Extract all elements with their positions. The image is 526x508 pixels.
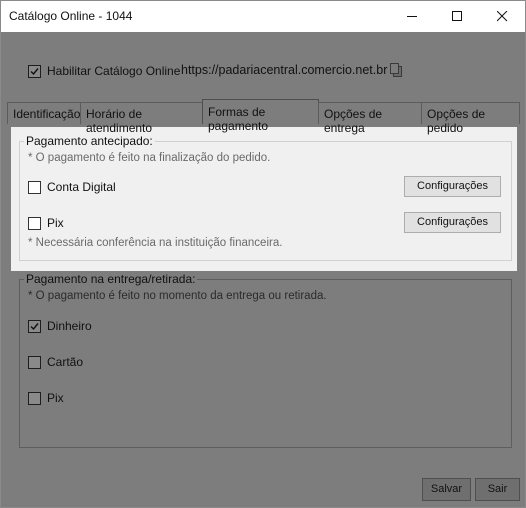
checkmark-icon (30, 323, 39, 331)
conta-digital-label: Conta Digital (47, 180, 116, 194)
enable-catalog-label: Habilitar Catálogo Online (47, 64, 181, 78)
copy-icon (390, 63, 402, 77)
save-button[interactable]: Salvar (422, 478, 471, 501)
cartao-checkbox[interactable] (28, 356, 41, 369)
prepaid-footnote: * Necessária conferência na instituição … (28, 237, 283, 249)
dinheiro-checkbox[interactable] (28, 320, 41, 333)
on-delivery-groupbox (19, 279, 512, 448)
close-icon (497, 11, 508, 22)
cartao-label: Cartão (47, 355, 84, 369)
maximize-icon (452, 11, 462, 21)
prepaid-title: Pagamento antecipado: (24, 134, 155, 148)
tab-identificacao[interactable]: Identificação (7, 102, 81, 124)
minimize-icon (407, 16, 417, 17)
tab-label: Identificação (13, 107, 81, 121)
checkmark-icon (30, 68, 39, 76)
exit-button[interactable]: Sair (475, 478, 520, 501)
tab-label: Horário de atendimento (86, 107, 153, 135)
dimmed-overlay-right (517, 127, 525, 271)
tab-formas-pagamento[interactable]: Formas de pagamento (202, 99, 319, 133)
on-delivery-title: Pagamento na entrega/retirada: (24, 272, 198, 286)
pix-delivery-label: Pix (47, 391, 64, 405)
conta-digital-checkbox[interactable] (28, 181, 41, 194)
copy-url-button[interactable] (388, 62, 404, 78)
tab-opcoes-pedido[interactable]: Opções de pedido (421, 102, 520, 135)
prepaid-note: * O pagamento é feito na finalização do … (28, 152, 271, 164)
minimize-button[interactable] (390, 1, 435, 32)
title-bar: Catálogo Online - 1044 (1, 1, 525, 32)
tab-label: Opções de pedido (427, 107, 486, 135)
tab-label: Opções de entrega (324, 107, 383, 135)
pix-delivery-checkbox[interactable] (28, 392, 41, 405)
dimmed-overlay-left (1, 127, 11, 271)
catalog-url: https://padariacentral.comercio.net.br (181, 63, 388, 77)
pix-config-button[interactable]: Configurações (404, 212, 501, 233)
on-delivery-note: * O pagamento é feito no momento da entr… (28, 290, 327, 302)
catalog-window: Catálogo Online - 1044 Habilitar Catálog… (0, 0, 526, 508)
pix-prepaid-checkbox[interactable] (28, 217, 41, 230)
maximize-button[interactable] (435, 1, 480, 32)
enable-catalog-checkbox[interactable] (28, 65, 41, 78)
conta-digital-config-button[interactable]: Configurações (404, 176, 501, 197)
tab-opcoes-entrega[interactable]: Opções de entrega (318, 102, 422, 135)
dinheiro-label: Dinheiro (47, 319, 92, 333)
tab-horario-atendimento[interactable]: Horário de atendimento (80, 102, 203, 135)
tab-label: Formas de pagamento (208, 105, 269, 133)
pix-prepaid-label: Pix (47, 216, 64, 230)
close-button[interactable] (480, 1, 525, 32)
window-title: Catálogo Online - 1044 (9, 9, 133, 23)
